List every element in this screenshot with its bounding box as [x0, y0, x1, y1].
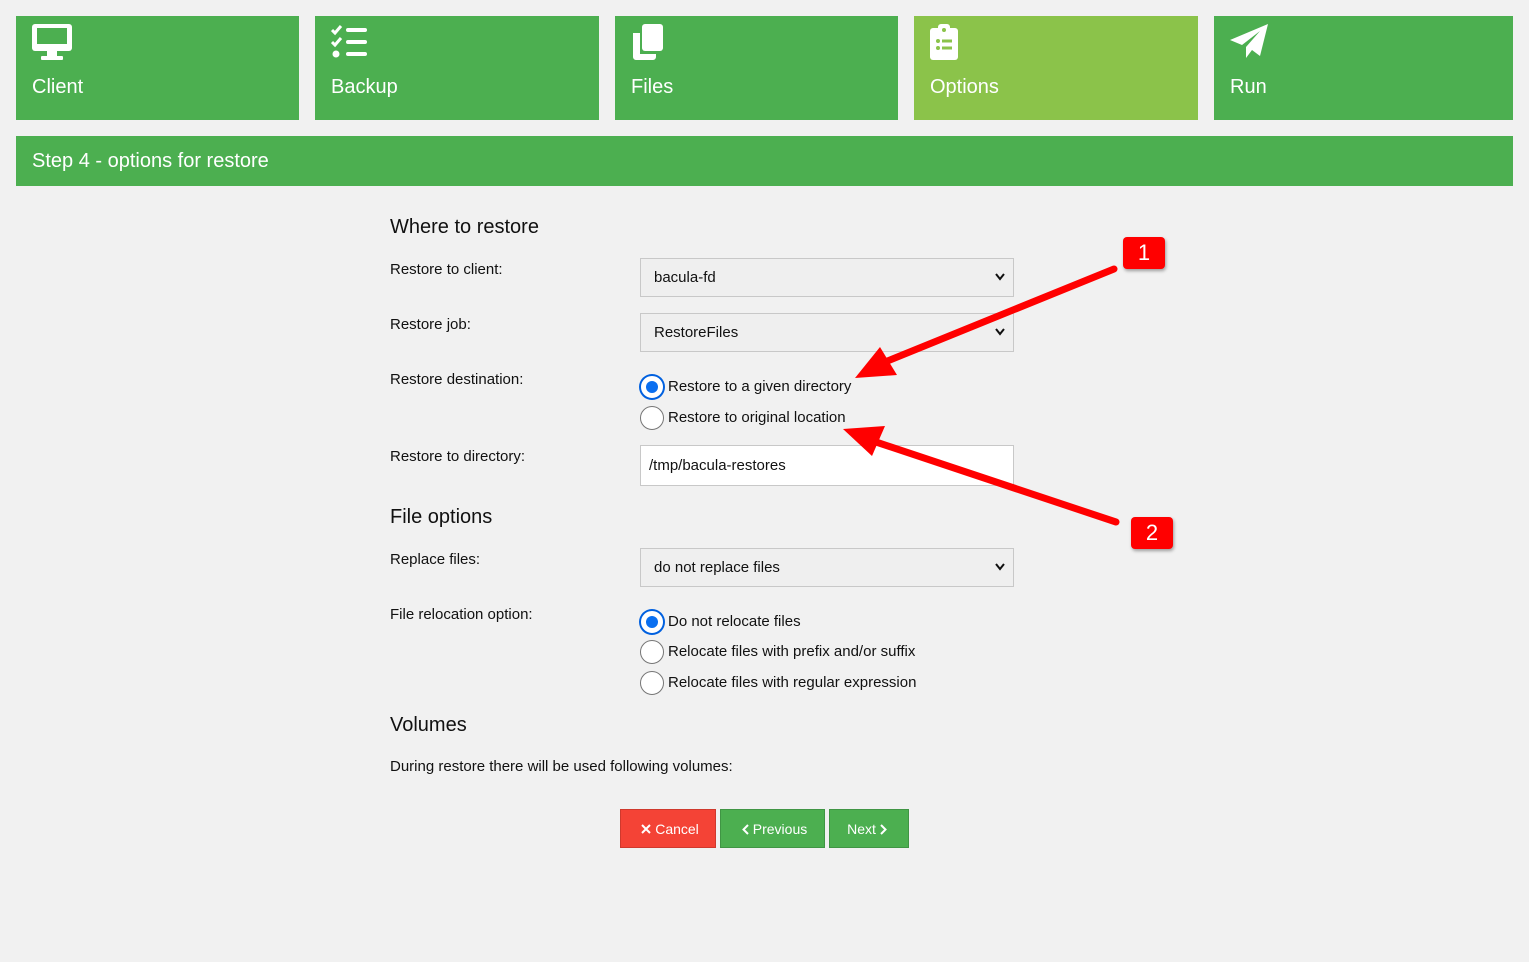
step-label: Backup [331, 76, 398, 98]
radio-label: Relocate files with prefix and/or suffix [668, 643, 916, 660]
radio-dot[interactable] [640, 610, 664, 634]
restore-destination-label: Restore destination: [390, 371, 524, 388]
annotation-badge-2: 2 [1131, 517, 1173, 549]
step-files[interactable]: Files [615, 16, 898, 120]
radio-dot[interactable] [640, 671, 664, 695]
restore-job-select[interactable]: RestoreFiles [640, 313, 1014, 352]
section-heading-where: Where to restore [390, 216, 539, 238]
radio-dot[interactable] [640, 406, 664, 430]
restore-directory-label: Restore to directory: [390, 448, 526, 465]
next-button[interactable]: Next [829, 809, 909, 848]
wizard-steps: Client Backup Files Options Run [16, 16, 1513, 120]
section-heading-volumes: Volumes [390, 714, 467, 736]
tasks-list-icon [331, 24, 375, 60]
desktop-icon [32, 24, 76, 60]
previous-button[interactable]: Previous [720, 809, 825, 848]
radio-label: Do not relocate files [668, 613, 801, 630]
restore-job-value: RestoreFiles [654, 324, 739, 341]
step-label: Options [930, 76, 999, 98]
replace-files-select[interactable]: do not replace files [640, 548, 1014, 587]
previous-button-label: Previous [752, 820, 808, 837]
chevron-down-icon [995, 328, 1005, 336]
next-button-label: Next [847, 820, 876, 837]
restore-client-select[interactable]: bacula-fd [640, 258, 1014, 297]
radio-label: Restore to a given directory [668, 378, 852, 395]
chevron-right-icon [880, 824, 887, 835]
restore-directory-value: /tmp/bacula-restores [649, 457, 786, 474]
restore-client-label: Restore to client: [390, 261, 503, 278]
radio-dot[interactable] [640, 375, 664, 399]
clipboard-list-icon [930, 24, 974, 60]
step-run[interactable]: Run [1214, 16, 1513, 120]
step-client[interactable]: Client [16, 16, 299, 120]
annotation-badge-1: 1 [1123, 237, 1165, 269]
close-icon [641, 824, 651, 835]
step-label: Files [631, 76, 674, 98]
radio-label: Restore to original location [668, 409, 846, 426]
chevron-down-icon [995, 273, 1005, 281]
restore-directory-input[interactable]: /tmp/bacula-restores [640, 445, 1014, 486]
replace-files-label: Replace files: [390, 551, 481, 568]
radio-dot[interactable] [640, 640, 664, 664]
step-title: Step 4 - options for restore [16, 136, 1513, 186]
cancel-button[interactable]: Cancel [620, 809, 716, 848]
section-heading-file-options: File options [390, 506, 493, 528]
restore-client-value: bacula-fd [654, 269, 716, 286]
step-label: Run [1230, 76, 1267, 98]
chevron-down-icon [995, 563, 1005, 571]
radio-label: Relocate files with regular expression [668, 674, 917, 691]
step-backup[interactable]: Backup [315, 16, 599, 120]
copy-files-icon [631, 24, 675, 60]
paper-plane-icon [1230, 24, 1274, 60]
step-options[interactable]: Options [914, 16, 1198, 120]
volumes-text: During restore there will be used follow… [390, 758, 733, 775]
chevron-left-icon [741, 824, 749, 835]
file-relocation-label: File relocation option: [390, 606, 533, 623]
restore-job-label: Restore job: [390, 316, 471, 333]
cancel-button-label: Cancel [655, 820, 699, 837]
replace-files-value: do not replace files [654, 559, 780, 576]
step-label: Client [32, 76, 84, 98]
